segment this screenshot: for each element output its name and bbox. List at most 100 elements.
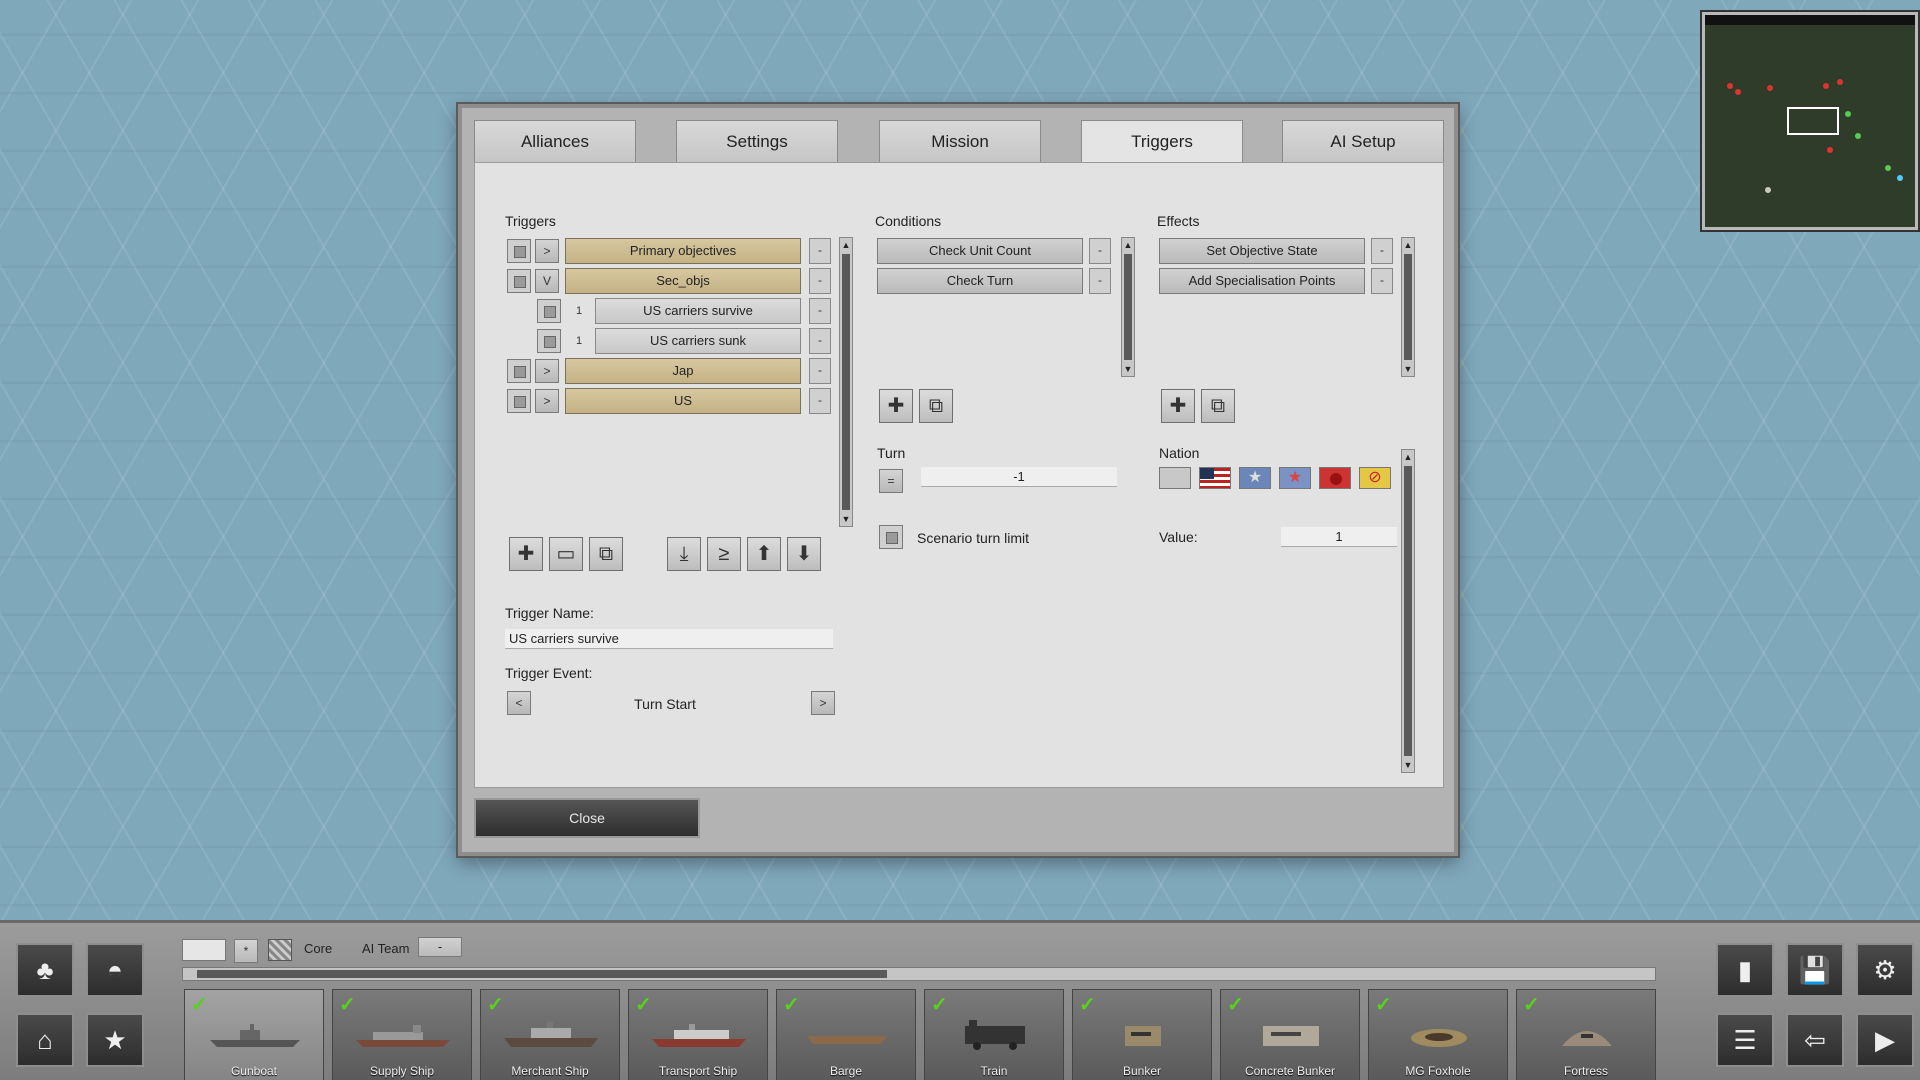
minimap[interactable] [1702, 12, 1918, 230]
effect-add-specialisation-points[interactable]: Add Specialisation Points [1159, 268, 1365, 294]
scenario-turn-limit-checkbox[interactable] [879, 525, 903, 549]
scroll-down-arrow[interactable]: ▼ [1402, 362, 1414, 376]
trigger-checkbox[interactable] [537, 299, 561, 323]
remove-condition-button[interactable]: - [1089, 268, 1111, 294]
scroll-up-arrow[interactable]: ▲ [1402, 238, 1414, 252]
remove-trigger-button[interactable]: - [809, 328, 831, 354]
trigger-item-us-carriers-survive[interactable]: US carriers survive [595, 298, 801, 324]
helmet-icon[interactable]: ◓ [86, 943, 144, 997]
nation-star-red-flag-icon[interactable]: ★ [1279, 467, 1311, 489]
remove-trigger-button[interactable]: - [809, 388, 831, 414]
unit-list-scrollbar[interactable] [182, 967, 1656, 981]
trigger-item-primary-objectives[interactable]: Primary objectives [565, 238, 801, 264]
nation-none-flag-icon[interactable] [1159, 467, 1191, 489]
trigger-item-sec-objs[interactable]: Sec_objs [565, 268, 801, 294]
unit-card-fortress[interactable]: ✓ Fortress [1516, 989, 1656, 1080]
turn-operator-button[interactable]: = [879, 469, 903, 493]
move-up-icon[interactable]: ⬆ [747, 537, 781, 571]
trigger-item-jap[interactable]: Jap [565, 358, 801, 384]
unit-card-concrete-bunker[interactable]: ✓ Concrete Bunker [1220, 989, 1360, 1080]
color-swatch[interactable] [182, 939, 226, 961]
expand-button[interactable]: > [535, 239, 559, 263]
nation-star-blue-flag-icon[interactable]: ★ [1239, 467, 1271, 489]
unit-card-train[interactable]: ✓ Train [924, 989, 1064, 1080]
remove-trigger-button[interactable]: - [809, 358, 831, 384]
script-icon[interactable]: ≥ [707, 537, 741, 571]
close-button[interactable]: Close [474, 798, 700, 838]
ai-team-select[interactable]: - [418, 937, 462, 957]
expand-button[interactable]: > [535, 389, 559, 413]
scroll-thumb[interactable] [197, 970, 887, 978]
list-icon[interactable]: ☰ [1716, 1013, 1774, 1067]
gear-icon[interactable]: ⚙ [1856, 943, 1914, 997]
turn-value-input[interactable]: -1 [921, 467, 1117, 487]
play-icon[interactable]: ▶ [1856, 1013, 1914, 1067]
scroll-down-arrow[interactable]: ▼ [1402, 758, 1414, 772]
remove-trigger-button[interactable]: - [809, 268, 831, 294]
save-icon[interactable]: 💾 [1786, 943, 1844, 997]
tab-mission[interactable]: Mission [879, 120, 1041, 162]
remove-condition-button[interactable]: - [1089, 238, 1111, 264]
trigger-checkbox[interactable] [507, 269, 531, 293]
tab-alliances[interactable]: Alliances [474, 120, 636, 162]
expand-button[interactable]: > [535, 359, 559, 383]
trigger-name-input[interactable]: US carriers survive [505, 629, 833, 649]
scroll-up-arrow[interactable]: ▲ [840, 238, 852, 252]
unit-card-transport-ship[interactable]: ✓ Transport Ship [628, 989, 768, 1080]
copy-trigger-icon[interactable]: ⧉ [589, 537, 623, 571]
add-trigger-icon[interactable]: ✚ [509, 537, 543, 571]
unit-card-supply-ship[interactable]: ✓ Supply Ship [332, 989, 472, 1080]
remove-trigger-button[interactable]: - [809, 238, 831, 264]
tree-icon[interactable]: ♣ [16, 943, 74, 997]
trigger-checkbox[interactable] [507, 239, 531, 263]
event-next-button[interactable]: > [811, 691, 835, 715]
trigger-checkbox[interactable] [507, 389, 531, 413]
copy-condition-icon[interactable]: ⧉ [919, 389, 953, 423]
nation-no-entry-flag-icon[interactable]: ⊘ [1359, 467, 1391, 489]
scroll-down-arrow[interactable]: ▼ [840, 512, 852, 526]
pattern-icon[interactable] [268, 939, 292, 961]
scroll-up-arrow[interactable]: ▲ [1402, 450, 1414, 464]
condition-check-unit-count[interactable]: Check Unit Count [877, 238, 1083, 264]
triggers-scrollbar[interactable]: ▲ ▼ [839, 237, 853, 527]
effect-value-input[interactable]: 1 [1281, 527, 1397, 547]
exit-icon[interactable]: ⇦ [1786, 1013, 1844, 1067]
home-icon[interactable]: ⌂ [16, 1013, 74, 1067]
trigger-checkbox[interactable] [537, 329, 561, 353]
effect-params-scrollbar[interactable]: ▲ ▼ [1401, 449, 1415, 773]
unit-card-mg-foxhole[interactable]: ✓ MG Foxhole [1368, 989, 1508, 1080]
add-group-icon[interactable]: ▭ [549, 537, 583, 571]
scroll-up-arrow[interactable]: ▲ [1122, 238, 1134, 252]
effects-scrollbar[interactable]: ▲ ▼ [1401, 237, 1415, 377]
unit-card-gunboat[interactable]: ✓ Gunboat [184, 989, 324, 1080]
minimap-viewport[interactable] [1787, 107, 1839, 135]
remove-effect-button[interactable]: - [1371, 268, 1393, 294]
unit-card-bunker[interactable]: ✓ Bunker [1072, 989, 1212, 1080]
trigger-item-us[interactable]: US [565, 388, 801, 414]
move-down-icon[interactable]: ⬇ [787, 537, 821, 571]
nation-japan-flag-icon[interactable] [1319, 467, 1351, 489]
condition-check-turn[interactable]: Check Turn [877, 268, 1083, 294]
import-icon[interactable]: ⤓ [667, 537, 701, 571]
scroll-thumb[interactable] [1404, 254, 1412, 360]
nation-us-flag-icon[interactable] [1199, 467, 1231, 489]
add-effect-icon[interactable]: ✚ [1161, 389, 1195, 423]
new-file-icon[interactable]: ▮ [1716, 943, 1774, 997]
collapse-button[interactable]: V [535, 269, 559, 293]
add-condition-icon[interactable]: ✚ [879, 389, 913, 423]
conditions-scrollbar[interactable]: ▲ ▼ [1121, 237, 1135, 377]
tab-triggers[interactable]: Triggers [1081, 120, 1243, 166]
remove-effect-button[interactable]: - [1371, 238, 1393, 264]
copy-effect-icon[interactable]: ⧉ [1201, 389, 1235, 423]
scroll-thumb[interactable] [1124, 254, 1132, 360]
tab-ai-setup[interactable]: AI Setup [1282, 120, 1444, 162]
star-icon[interactable]: ★ [86, 1013, 144, 1067]
scroll-thumb[interactable] [842, 254, 850, 510]
trigger-item-us-carriers-sunk[interactable]: US carriers sunk [595, 328, 801, 354]
remove-trigger-button[interactable]: - [809, 298, 831, 324]
tab-settings[interactable]: Settings [676, 120, 838, 162]
event-prev-button[interactable]: < [507, 691, 531, 715]
star-filter-button[interactable]: * [234, 939, 258, 963]
unit-card-barge[interactable]: ✓ Barge [776, 989, 916, 1080]
effect-set-objective-state[interactable]: Set Objective State [1159, 238, 1365, 264]
